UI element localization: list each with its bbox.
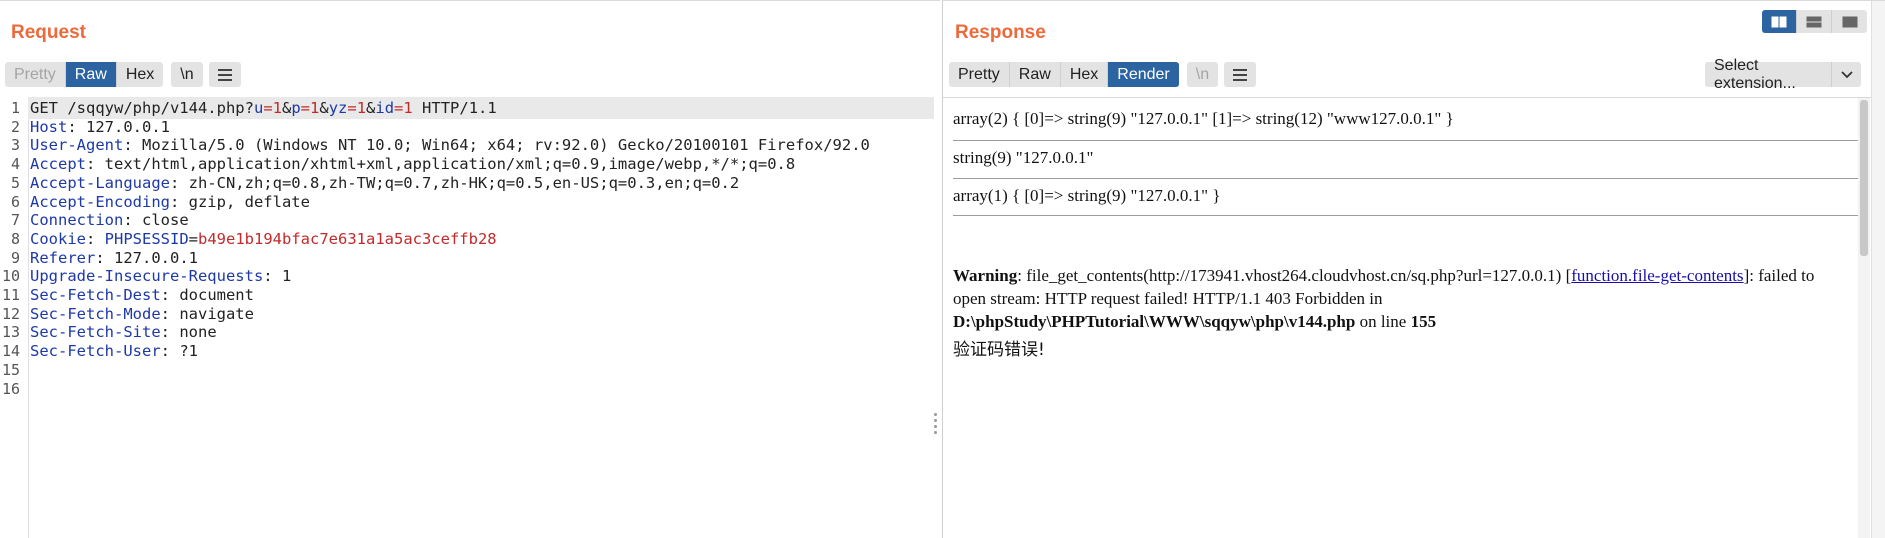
request-tab-raw[interactable]: Raw	[65, 62, 117, 87]
line-code: Sec-Fetch-User: ?1	[30, 342, 198, 361]
request-view-tabs: Pretty Raw Hex	[5, 62, 164, 87]
layout-toggle	[1762, 10, 1867, 33]
render-divider-2	[953, 178, 1858, 179]
layout-tabs-icon[interactable]	[1832, 10, 1867, 33]
line-number: 12	[1, 304, 20, 323]
line-code: Accept-Encoding: gzip, deflate	[30, 192, 310, 211]
response-newline-toggle[interactable]: \n	[1186, 62, 1219, 87]
select-extension-dropdown[interactable]: Select extension...	[1705, 57, 1861, 92]
render-line-1: array(2) { [0]=> string(9) "127.0.0.1" […	[953, 109, 1454, 128]
request-editor[interactable]: 1 GET /sqqyw/php/v144.php?u=1&p=1&yz=1&id…	[0, 97, 940, 538]
line-code: Accept: text/html,application/xhtml+xml,…	[30, 155, 796, 174]
response-render-view: array(2) { [0]=> string(9) "127.0.0.1" […	[943, 97, 1885, 538]
request-tab-hex[interactable]: Hex	[116, 62, 164, 87]
request-menu-icon[interactable]	[208, 62, 241, 87]
pane-resize-handle-icon[interactable]	[934, 413, 938, 434]
request-newline-toggle[interactable]: \n	[171, 62, 203, 87]
warning-label: Warning	[953, 266, 1018, 285]
line-number: 4	[10, 155, 20, 174]
response-tab-render[interactable]: Render	[1108, 62, 1179, 87]
line-number: 10	[1, 267, 20, 286]
line-number: 5	[10, 173, 20, 192]
chevron-down-icon	[1831, 62, 1861, 87]
select-extension-label: Select extension...	[1714, 56, 1796, 92]
line-code: Sec-Fetch-Mode: navigate	[30, 304, 254, 323]
request-toolbar: Pretty Raw Hex \n	[5, 62, 241, 87]
line-number: 8	[10, 229, 20, 248]
response-toolbar: Pretty Raw Hex Render \n	[949, 62, 1257, 87]
line-number: 14	[1, 342, 20, 361]
line-code: Referer: 127.0.0.1	[30, 248, 198, 267]
render-scrollbar[interactable]	[1858, 98, 1870, 538]
response-view-tabs: Pretty Raw Hex Render	[949, 62, 1179, 87]
line-number: 13	[1, 323, 20, 342]
response-tab-hex[interactable]: Hex	[1060, 62, 1109, 87]
response-title: Response	[955, 22, 1046, 43]
line-number: 7	[10, 211, 20, 230]
php-warning: Warning: file_get_contents(http://173941…	[953, 264, 1833, 333]
warning-function-link[interactable]: function.file-get-contents	[1571, 266, 1743, 285]
warning-line-number: 155	[1410, 312, 1437, 331]
line-code: Sec-Fetch-Site: none	[30, 323, 217, 342]
line-code: Upgrade-Insecure-Requests: 1	[30, 267, 292, 286]
render-divider-3	[953, 215, 1858, 216]
response-tab-raw[interactable]: Raw	[1009, 62, 1061, 87]
line-code: Host: 127.0.0.1	[30, 117, 170, 136]
line-code: Connection: close	[30, 211, 189, 230]
request-title: Request	[11, 22, 86, 43]
layout-top-bottom-icon[interactable]	[1797, 10, 1832, 33]
line-number: 3	[10, 136, 20, 155]
line-code: Cookie: PHPSESSID=b49e1b194bfac7e631a1a5…	[30, 229, 497, 248]
line-number: 6	[10, 192, 20, 211]
render-line-2: string(9) "127.0.0.1"	[953, 148, 1094, 167]
editor-line[interactable]: 16	[0, 378, 935, 400]
response-menu-icon[interactable]	[1224, 62, 1257, 87]
render-scrollbar-thumb[interactable]	[1860, 100, 1868, 256]
line-number: 15	[1, 360, 20, 379]
warning-path: D:\phpStudy\PHPTutorial\WWW\sqqyw\php\v1…	[953, 312, 1356, 331]
warning-on-line: on line	[1355, 312, 1411, 331]
line-code: Accept-Language: zh-CN,zh;q=0.8,zh-TW;q=…	[30, 173, 740, 192]
render-line-3: array(1) { [0]=> string(9) "127.0.0.1" }	[953, 186, 1221, 205]
request-tab-pretty[interactable]: Pretty	[5, 62, 66, 87]
layout-side-by-side-icon[interactable]	[1762, 10, 1797, 33]
outer-scrollbar[interactable]	[1871, 1, 1885, 538]
line-code: User-Agent: Mozilla/5.0 (Windows NT 10.0…	[30, 136, 870, 155]
line-number: 16	[1, 379, 20, 398]
response-pane: Response Pretty Raw Hex Render \n Select…	[942, 0, 1885, 538]
line-code: Sec-Fetch-Dest: document	[30, 286, 254, 304]
line-code: GET /sqqyw/php/v144.php?u=1&p=1&yz=1&id=…	[30, 99, 497, 117]
warning-text-1: : file_get_contents(http://173941.vhost2…	[1017, 266, 1572, 285]
response-tab-pretty[interactable]: Pretty	[949, 62, 1010, 87]
render-divider-1	[953, 140, 1858, 141]
line-number: 1	[10, 99, 20, 117]
line-number: 11	[1, 286, 20, 304]
captcha-error-message: 验证码错误!	[953, 340, 1045, 360]
line-number: 2	[10, 117, 20, 136]
line-number: 9	[10, 248, 20, 267]
request-pane: Request Pretty Raw Hex \n 1 GET /sqqyw/ph…	[0, 0, 940, 538]
